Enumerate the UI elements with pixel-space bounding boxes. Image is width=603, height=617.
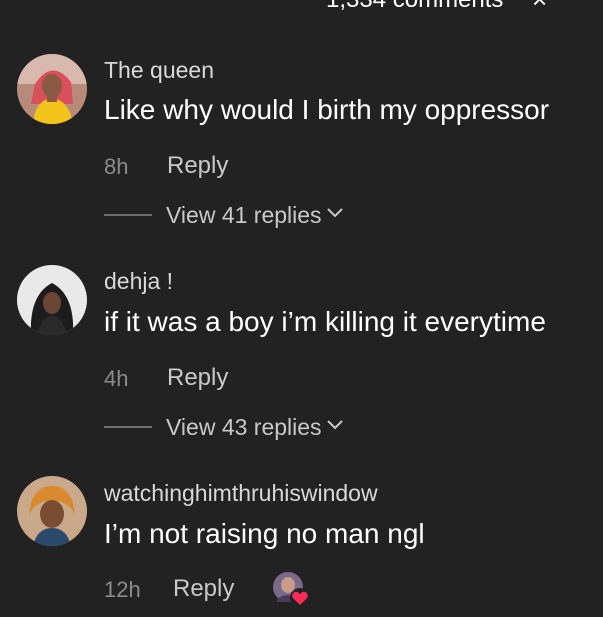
comment-username[interactable]: dehja ! xyxy=(104,268,173,295)
divider-line xyxy=(104,426,152,428)
reply-button[interactable]: Reply xyxy=(167,364,228,392)
comment-text: Like why would I birth my oppressor xyxy=(104,94,550,125)
comment-text: if it was a boy i’m killing it everytime xyxy=(104,306,546,337)
comment-text: I’m not raising no man ngl xyxy=(104,518,425,549)
chevron-down-icon xyxy=(326,206,344,224)
chevron-down-icon xyxy=(326,418,344,436)
creator-liked-badge xyxy=(272,571,310,608)
comment-time: 8h xyxy=(104,154,129,179)
view-replies-label: View 43 replies xyxy=(166,413,322,440)
avatar[interactable] xyxy=(17,476,87,546)
reply-button[interactable]: Reply xyxy=(173,575,234,603)
comment-time: 12h xyxy=(104,577,141,602)
comment-username[interactable]: The queen xyxy=(104,57,214,84)
avatar[interactable] xyxy=(17,265,87,335)
divider-line xyxy=(104,214,152,216)
creator-liked-heart-icon xyxy=(290,588,310,608)
view-replies-label: View 41 replies xyxy=(166,201,322,228)
comment-time: 4h xyxy=(104,366,129,391)
reply-button[interactable]: Reply xyxy=(167,152,228,180)
avatar[interactable] xyxy=(17,54,87,124)
view-replies-button[interactable]: View 41 replies xyxy=(104,200,344,230)
close-icon[interactable]: × xyxy=(532,0,547,15)
view-replies-button[interactable]: View 43 replies xyxy=(104,412,344,442)
comment-count: 1,334 comments xyxy=(326,0,503,14)
comment-username[interactable]: watchinghimthruhiswindow xyxy=(104,480,378,507)
